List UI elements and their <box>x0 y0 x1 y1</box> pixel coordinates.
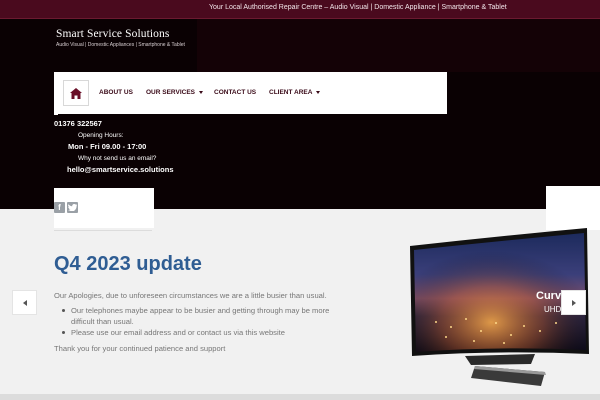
main-navigation: ABOUT US OUR SERVICES CONTACT US CLIENT … <box>54 72 447 114</box>
slide-bullets: Our telephones maybe appear to be busier… <box>62 305 352 338</box>
tv-screen-subtext: UHD <box>544 305 562 314</box>
header-side-box <box>546 186 600 230</box>
email-link[interactable]: hello@smartservice.solutions <box>67 165 174 174</box>
chevron-right-icon <box>571 299 576 306</box>
phone-number[interactable]: 01376 322567 <box>54 119 102 128</box>
facebook-icon[interactable]: f <box>54 202 65 213</box>
slider-prev-button[interactable] <box>12 290 37 315</box>
email-prompt: Why not send us an email? <box>78 155 157 162</box>
twitter-icon[interactable] <box>67 202 78 213</box>
slide-headline: Q4 2023 update <box>54 253 202 275</box>
tv-screen-text: Curv <box>536 290 562 302</box>
footer-band <box>0 394 600 400</box>
slide-intro: Our Apologies, due to unforeseen circums… <box>54 291 327 300</box>
slide-outro: Thank you for your continued patience an… <box>54 344 226 353</box>
home-icon <box>70 87 82 99</box>
site-logo[interactable]: Smart Service Solutions Audio Visual | D… <box>56 28 185 48</box>
list-item: Please use our email address and or cont… <box>62 327 352 338</box>
chevron-down-icon <box>316 90 321 94</box>
header-strip <box>197 19 600 72</box>
home-button[interactable] <box>63 80 89 106</box>
list-item: Our telephones maybe appear to be busier… <box>62 305 352 327</box>
nav-about-us[interactable]: ABOUT US <box>99 89 133 96</box>
chevron-down-icon <box>199 90 204 94</box>
topbar-tagline: Your Local Authorised Repair Centre – Au… <box>209 4 507 11</box>
divider <box>54 230 152 231</box>
top-announcement-bar: Your Local Authorised Repair Centre – Au… <box>0 0 600 19</box>
phone-marker <box>54 110 58 115</box>
opening-hours-label: Opening Hours: <box>78 132 124 139</box>
slider-next-button[interactable] <box>561 290 586 315</box>
chevron-left-icon <box>22 299 27 306</box>
nav-client-area[interactable]: CLIENT AREA <box>269 89 321 96</box>
opening-hours: Mon - Fri 09.00 - 17:00 <box>68 142 147 151</box>
nav-our-services[interactable]: OUR SERVICES <box>146 89 204 96</box>
logo-subtitle: Audio Visual | Domestic Appliances | Sma… <box>56 42 185 48</box>
nav-contact-us[interactable]: CONTACT US <box>214 89 256 96</box>
logo-title: Smart Service Solutions <box>56 28 170 40</box>
